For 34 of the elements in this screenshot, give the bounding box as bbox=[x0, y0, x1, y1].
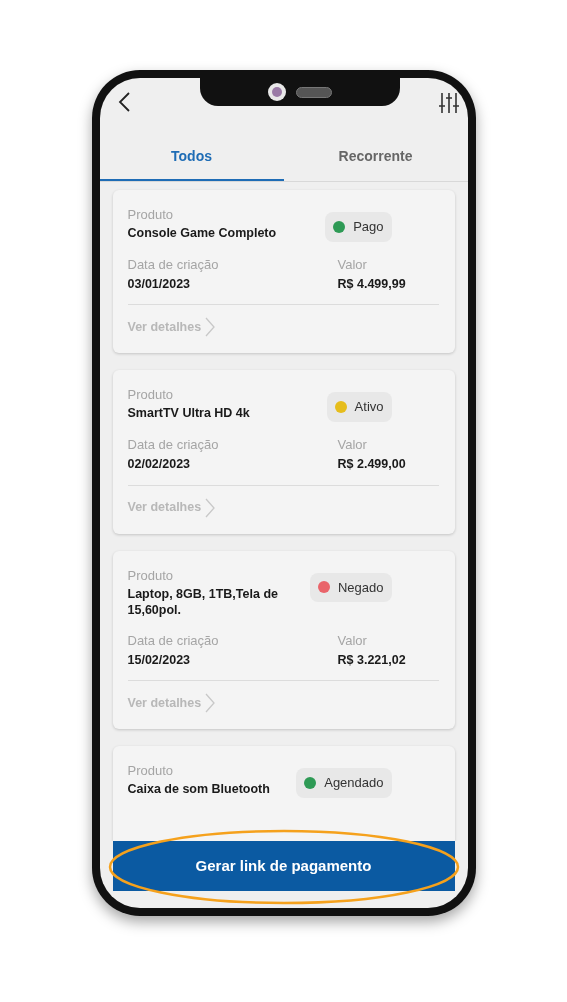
product-name: SmartTV Ultra HD 4k bbox=[127, 405, 251, 422]
order-value: R$ 2.499,00 bbox=[337, 455, 406, 473]
status-label: Ativo bbox=[354, 398, 384, 417]
tab[interactable]: Recorrente bbox=[283, 130, 468, 181]
camera-icon bbox=[267, 83, 286, 101]
value-label: Valor bbox=[337, 435, 368, 453]
generate-link-button[interactable]: Gerar link de pagamento bbox=[112, 841, 455, 891]
date-label: Data de criação bbox=[127, 631, 220, 649]
value-label: Valor bbox=[337, 255, 368, 273]
creation-date: 03/01/2023 bbox=[127, 275, 192, 293]
filter-sliders-icon[interactable] bbox=[437, 92, 460, 114]
speaker-grille-icon bbox=[295, 86, 332, 98]
product-label: Produto bbox=[127, 386, 175, 404]
status-label: Agendado bbox=[324, 774, 384, 793]
creation-date: 02/02/2023 bbox=[127, 455, 192, 473]
date-label: Data de criação bbox=[127, 255, 220, 273]
order-value: R$ 4.499,99 bbox=[337, 275, 406, 293]
order-value: R$ 3.221,02 bbox=[337, 651, 406, 669]
date-label: Data de criação bbox=[127, 435, 220, 453]
product-name: Console Game Completo bbox=[127, 225, 278, 241]
status-label: Pago bbox=[353, 218, 384, 236]
back-icon[interactable] bbox=[117, 92, 130, 112]
product-label: Produto bbox=[127, 566, 175, 584]
product-label: Produto bbox=[127, 762, 175, 780]
product-label: Produto bbox=[127, 206, 175, 223]
tab[interactable]: Todos bbox=[99, 130, 284, 181]
product-name: Caixa de som Bluetooth bbox=[127, 781, 271, 798]
status-label: Negado bbox=[337, 578, 384, 597]
chevron-right-icon bbox=[205, 497, 216, 518]
chevron-right-icon bbox=[205, 693, 216, 714]
product-name: Laptop, 8GB, 1TB,Tela de 15,60pol. bbox=[127, 585, 279, 618]
chevron-right-icon bbox=[205, 317, 216, 338]
creation-date: 15/02/2023 bbox=[127, 651, 192, 669]
value-label: Valor bbox=[337, 631, 368, 649]
